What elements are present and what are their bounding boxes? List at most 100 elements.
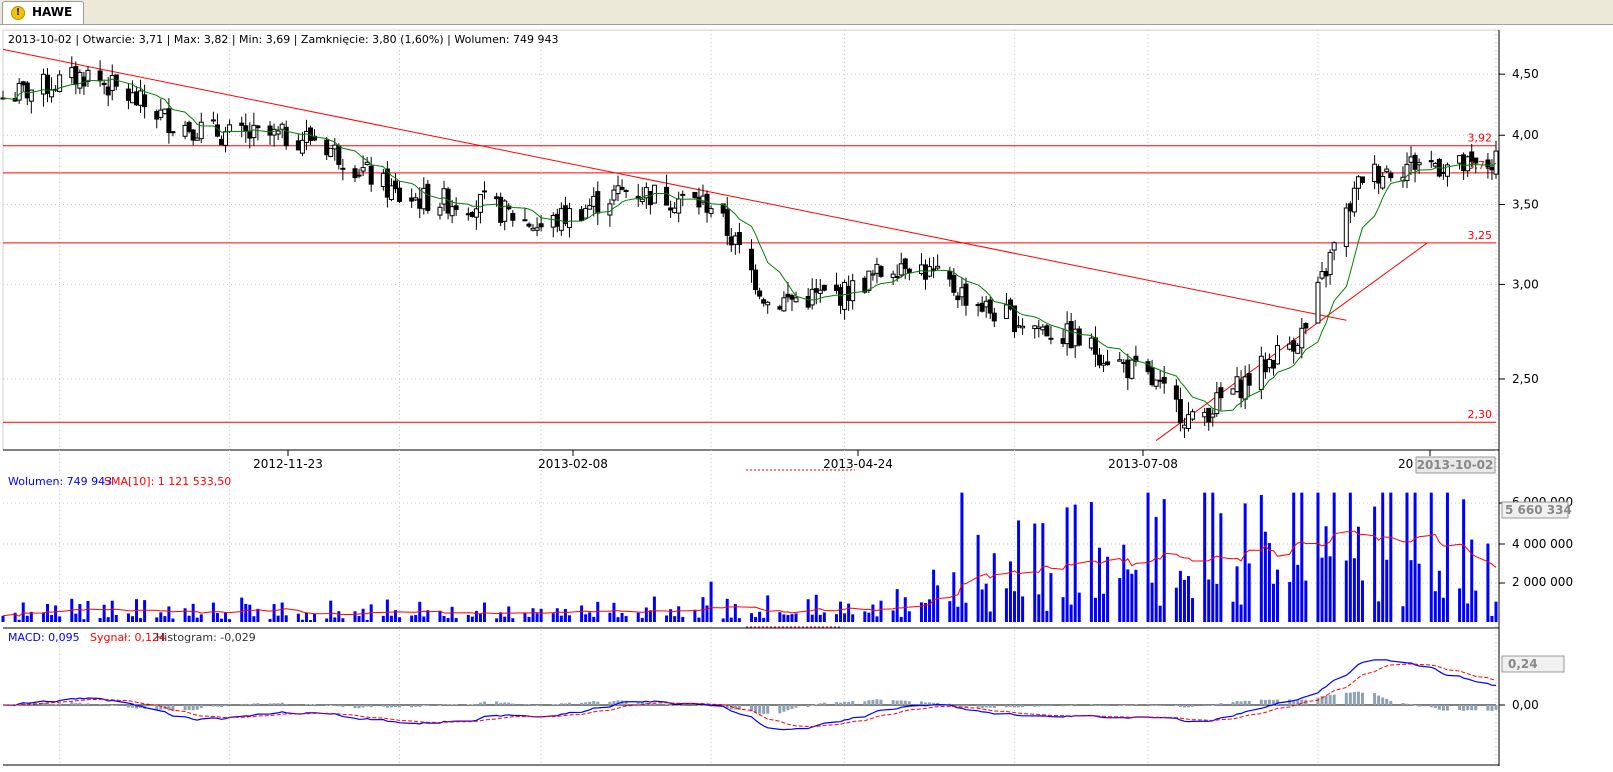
histogram-bar: [1013, 705, 1016, 707]
candle-body: [1122, 363, 1126, 364]
volume-bar: [1013, 591, 1016, 622]
volume-bar: [1155, 517, 1158, 622]
histogram-bar: [252, 703, 255, 705]
histogram-bar: [552, 704, 555, 705]
volume-bar: [467, 615, 470, 622]
candle-body: [240, 123, 244, 125]
chart-svg[interactable]: 3,923,723,252,30 4,504,003,503,002,50 20…: [0, 25, 1613, 768]
candle-body: [964, 284, 968, 305]
histogram-bar: [426, 705, 429, 706]
candle-body: [224, 132, 228, 146]
candle-body: [106, 87, 110, 95]
chart-area[interactable]: 3,923,723,252,30 4,504,003,503,002,50 20…: [0, 25, 1613, 768]
volume-bar: [815, 595, 818, 622]
candle-body: [357, 175, 361, 176]
candle-body: [410, 198, 414, 201]
volume-bar: [107, 617, 110, 622]
histogram-bar: [875, 699, 878, 705]
volume-bar: [847, 604, 850, 622]
volume-bar: [1333, 493, 1336, 622]
volume-bar: [863, 611, 866, 622]
candle-body: [567, 209, 571, 228]
macd-line: [3, 660, 1496, 730]
histogram-bar: [1405, 704, 1408, 705]
candle-body: [960, 288, 964, 297]
histogram-bar: [1215, 704, 1218, 705]
volume-bar: [532, 608, 535, 622]
volume-bar: [568, 615, 571, 622]
histogram-bar: [1389, 701, 1392, 705]
candle-body: [1178, 400, 1182, 423]
volume-bar: [495, 618, 498, 622]
histogram-bar: [438, 705, 441, 706]
candle-body: [535, 228, 539, 230]
histogram-bar: [1442, 705, 1445, 711]
candle-body: [1102, 363, 1106, 365]
volume-bar: [224, 612, 227, 622]
volume-bar: [1033, 524, 1036, 622]
candle-body: [814, 289, 818, 293]
histogram-bar: [1062, 705, 1065, 706]
candle-body: [1304, 324, 1308, 328]
volume-bar: [358, 616, 361, 622]
candle-body: [693, 192, 697, 197]
histogram-bar: [993, 705, 996, 708]
volume-bar: [1248, 563, 1251, 622]
candle-body: [414, 198, 418, 200]
histogram-bar: [1300, 700, 1303, 705]
histogram-bar: [256, 703, 259, 705]
volume-bar: [1381, 493, 1384, 622]
candle-body: [1033, 326, 1037, 329]
candle-body: [369, 166, 373, 184]
histogram-bar: [1490, 705, 1493, 711]
volume-bar: [875, 616, 878, 622]
histogram-bar: [1470, 705, 1473, 710]
candle-body: [1300, 328, 1304, 348]
candle-body: [219, 139, 223, 144]
histogram-bar: [358, 705, 361, 708]
histogram-bar: [1385, 699, 1388, 705]
volume-bar: [596, 602, 599, 622]
histogram-bar: [1486, 705, 1489, 711]
candle-body: [871, 274, 875, 275]
volume-bar: [612, 603, 615, 622]
tab-hawe[interactable]: ! HAWE: [2, 1, 84, 24]
candle-body: [86, 70, 90, 81]
volume-bar: [592, 617, 595, 622]
volume-bar: [811, 615, 814, 622]
volume-bar: [706, 605, 709, 622]
vol-tick-4m: 4 000 000: [1512, 537, 1573, 551]
histogram-bar: [588, 702, 591, 705]
volume-bar: [1276, 570, 1279, 622]
candle-body: [74, 67, 78, 85]
histogram-bar: [507, 703, 510, 705]
volume-bar: [1272, 584, 1275, 622]
candle-body: [1061, 339, 1065, 344]
volume-bar: [471, 617, 474, 622]
histogram-bar: [1041, 705, 1044, 706]
histogram-bar: [1316, 698, 1319, 705]
volume-bar: [479, 614, 482, 622]
candle-body: [754, 270, 758, 290]
volume-bar: [26, 616, 29, 622]
candle-body: [1271, 360, 1275, 368]
volume-bar: [782, 614, 785, 622]
histogram-bar: [904, 701, 907, 705]
candle-body: [70, 68, 74, 78]
level-label: 3,25: [1468, 229, 1493, 242]
volume-bar: [892, 610, 895, 622]
histogram-bar: [240, 704, 243, 705]
candle-body: [863, 278, 867, 292]
candle-body: [1352, 188, 1356, 212]
volume-bar: [325, 618, 328, 622]
volume-bar: [1389, 493, 1392, 622]
volume-bar: [1296, 565, 1299, 622]
candle-body: [1069, 322, 1073, 348]
histogram-bar: [155, 705, 158, 710]
histogram-bar: [1329, 695, 1332, 705]
volume-bar: [588, 612, 591, 622]
candle-body: [1049, 338, 1053, 339]
histogram-bar: [285, 704, 288, 705]
candle-body: [171, 132, 175, 133]
candle-body: [1150, 368, 1154, 385]
